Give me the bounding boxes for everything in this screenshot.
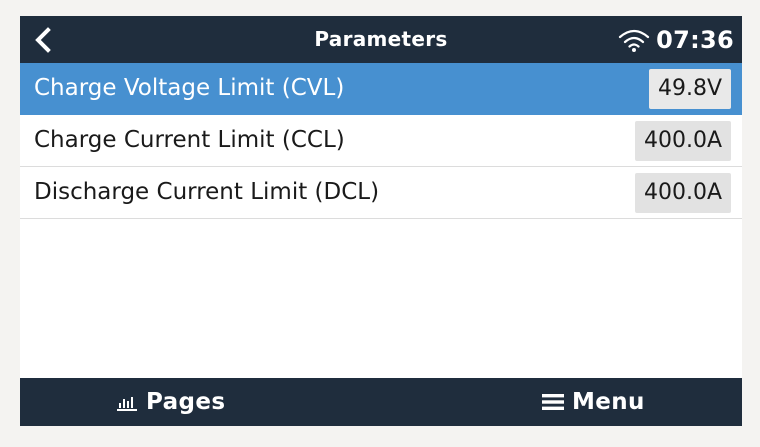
parameter-row-cvl[interactable]: Charge Voltage Limit (CVL) 49.8V: [20, 63, 742, 115]
pages-label: Pages: [146, 389, 226, 415]
parameter-label: Discharge Current Limit (DCL): [34, 179, 380, 205]
parameter-value: 400.0A: [634, 121, 731, 161]
parameter-value: 49.8V: [648, 69, 731, 109]
bottom-bar: Pages Menu: [20, 378, 742, 426]
menu-label: Menu: [572, 389, 645, 415]
parameter-value: 400.0A: [634, 173, 731, 213]
parameter-row-dcl[interactable]: Discharge Current Limit (DCL) 400.0A: [20, 167, 742, 219]
status-clock: 07:36: [656, 25, 734, 54]
top-bar: Parameters 07:36: [20, 16, 742, 63]
parameter-label: Charge Voltage Limit (CVL): [34, 75, 345, 101]
menu-button[interactable]: Menu: [542, 378, 645, 426]
hamburger-menu-icon: [542, 394, 564, 410]
wifi-icon: [618, 29, 650, 52]
parameter-list: Charge Voltage Limit (CVL) 49.8V Charge …: [20, 63, 742, 219]
parameter-row-ccl[interactable]: Charge Current Limit (CCL) 400.0A: [20, 115, 742, 167]
status-area: 07:36: [618, 16, 734, 63]
parameter-label: Charge Current Limit (CCL): [34, 127, 345, 153]
bar-chart-icon: [117, 397, 137, 411]
pages-button[interactable]: Pages: [116, 378, 226, 426]
device-screen: Parameters 07:36 Charge Voltage Limit (C…: [20, 16, 742, 426]
